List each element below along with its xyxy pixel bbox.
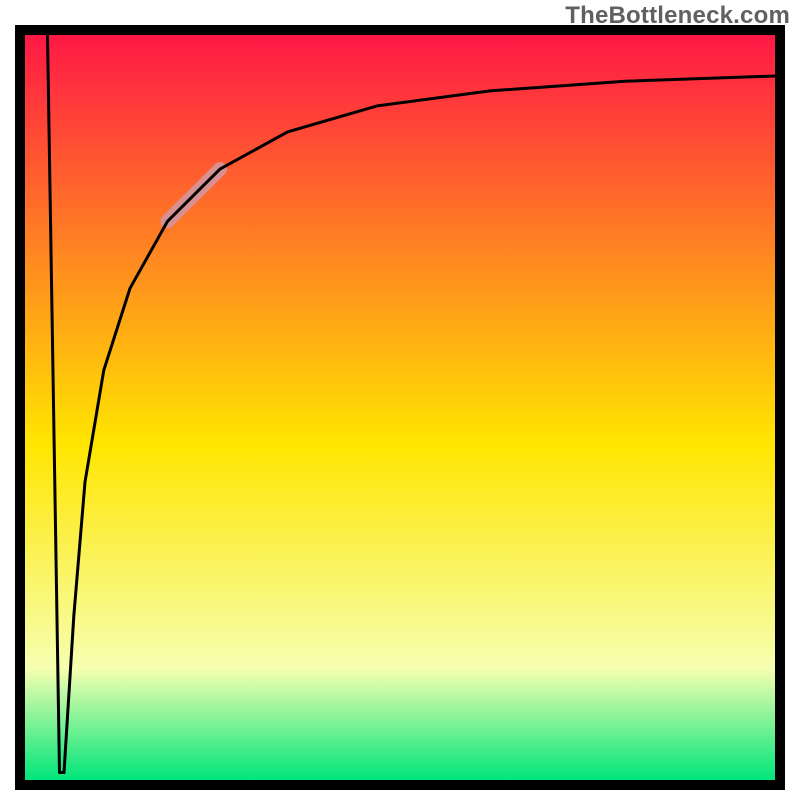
chart-stage: TheBottleneck.com <box>0 0 800 800</box>
bottleneck-chart <box>0 0 800 800</box>
gradient-background <box>25 35 775 780</box>
watermark-text: TheBottleneck.com <box>565 2 790 30</box>
